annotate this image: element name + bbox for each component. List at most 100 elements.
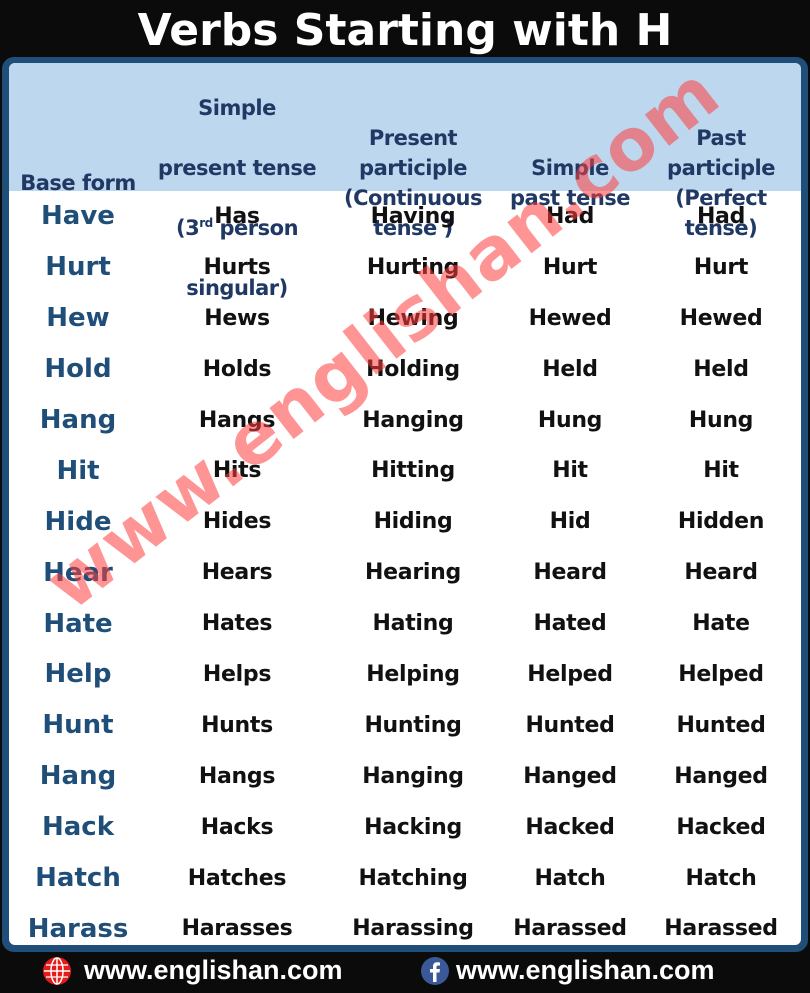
website-link-text: www.englishan.com	[84, 955, 343, 985]
cell-simple-present: Hears	[201, 560, 273, 586]
table-row: Hit Hits Hitting Hit Hit	[9, 445, 801, 496]
cell-simple-past: Hid	[549, 509, 591, 535]
cell-past-participle: Hewed	[679, 305, 763, 331]
cell-simple-past: Hung	[537, 407, 603, 433]
cell-present-participle: Harassing	[352, 916, 474, 942]
header-simple-present-line1: Simple	[198, 96, 276, 120]
cell-simple-past: Hewed	[528, 305, 612, 331]
cell-past-participle: Hurt	[693, 254, 749, 280]
table-row: Hack Hacks Hacking Hacked Hacked	[9, 802, 801, 853]
cell-past-participle: Helped	[678, 661, 764, 687]
website-link[interactable]: www.englishan.com	[42, 955, 343, 986]
cell-simple-past: Hacked	[525, 814, 615, 840]
cell-base-form: Hew	[46, 303, 110, 334]
table-row: Hang Hangs Hanging Hung Hung	[9, 395, 801, 446]
cell-present-participle: Helping	[366, 661, 460, 687]
cell-base-form: Harass	[27, 913, 129, 944]
cell-present-participle: Hearing	[365, 560, 461, 586]
cell-present-participle: Hating	[372, 611, 454, 637]
cell-base-form: Hunt	[42, 710, 114, 741]
cell-base-form: Hit	[56, 455, 100, 486]
cell-simple-past: Held	[542, 356, 598, 382]
cell-simple-past: Hunted	[525, 712, 615, 738]
table-row: Hew Hews Hewing Hewed Hewed	[9, 293, 801, 344]
cell-past-participle: Held	[693, 356, 749, 382]
cell-base-form: Help	[44, 659, 112, 690]
table-row: Hear Hears Hearing Heard Heard	[9, 547, 801, 598]
cell-past-participle: Hunted	[676, 712, 766, 738]
table-row: Hang Hangs Hanging Hanged Hanged	[9, 751, 801, 802]
cell-simple-present: Hacks	[200, 814, 274, 840]
cell-base-form: Hang	[39, 761, 117, 792]
cell-simple-past: Heard	[533, 560, 607, 586]
table-row: Hide Hides Hiding Hid Hidden	[9, 496, 801, 547]
cell-simple-present: Holds	[202, 356, 272, 382]
cell-present-participle: Hewing	[367, 305, 459, 331]
cell-base-form: Hear	[43, 557, 113, 588]
cell-simple-present: Hatches	[187, 865, 287, 891]
page-title: Verbs Starting with H	[137, 5, 673, 56]
table-row: Hate Hates Hating Hated Hate	[9, 598, 801, 649]
table-row: Have Has Having Had Had	[9, 191, 801, 242]
cell-simple-past: Hit	[552, 458, 588, 484]
cell-present-participle: Hacking	[364, 814, 462, 840]
cell-present-participle: Hurting	[366, 254, 460, 280]
cell-base-form: Hatch	[35, 863, 121, 894]
cell-past-participle: Hidden	[677, 509, 765, 535]
cell-past-participle: Harassed	[664, 916, 778, 942]
cell-simple-present: Helps	[202, 661, 272, 687]
table-header: Base form Simple present tense (3rd pers…	[9, 63, 801, 300]
cell-past-participle: Hanged	[674, 763, 768, 789]
cell-simple-past: Helped	[527, 661, 613, 687]
cell-past-participle: Hacked	[676, 814, 766, 840]
cell-base-form: Hold	[44, 354, 112, 385]
cell-present-participle: Having	[370, 203, 456, 229]
cell-past-participle: Hung	[688, 407, 754, 433]
table-row: Hurt Hurts Hurting Hurt Hurt	[9, 242, 801, 293]
cell-past-participle: Hate	[692, 611, 750, 637]
cell-past-participle: Hatch	[685, 865, 757, 891]
cell-simple-past: Hurt	[542, 254, 598, 280]
cell-base-form: Hate	[43, 608, 113, 639]
table-row: Help Helps Helping Helped Helped	[9, 649, 801, 700]
cell-simple-past: Hatch	[534, 865, 606, 891]
table-row: Hatch Hatches Hatching Hatch Hatch	[9, 853, 801, 904]
cell-present-participle: Hitting	[371, 458, 455, 484]
cell-simple-present: Hangs	[198, 763, 276, 789]
cell-present-participle: Holding	[366, 356, 460, 382]
table-row: Hunt Hunts Hunting Hunted Hunted	[9, 700, 801, 751]
cell-simple-present: Hews	[204, 305, 270, 331]
cell-simple-present: Hits	[212, 458, 262, 484]
cell-present-participle: Hanging	[362, 763, 464, 789]
cell-base-form: Hack	[41, 812, 114, 843]
cell-simple-past: Had	[545, 203, 595, 229]
cell-present-participle: Hanging	[362, 407, 464, 433]
cell-present-participle: Hiding	[373, 509, 453, 535]
cell-past-participle: Heard	[684, 560, 758, 586]
cell-base-form: Hide	[44, 506, 112, 537]
cell-base-form: Hurt	[45, 252, 111, 283]
facebook-link[interactable]: www.englishan.com	[420, 955, 715, 986]
facebook-link-text: www.englishan.com	[456, 955, 715, 985]
cell-simple-past: Hated	[533, 611, 607, 637]
cell-past-participle: Had	[696, 203, 746, 229]
cell-simple-present: Hurts	[203, 254, 271, 280]
footer: www.englishan.com www.englishan.com	[0, 953, 810, 990]
cell-simple-present: Hangs	[198, 407, 276, 433]
table-row: Hold Holds Holding Held Held	[9, 344, 801, 395]
verb-table-panel: Base form Simple present tense (3rd pers…	[2, 57, 808, 952]
cell-present-participle: Hunting	[364, 712, 462, 738]
cell-simple-past: Hanged	[523, 763, 617, 789]
cell-simple-present: Hunts	[201, 712, 273, 738]
cell-base-form: Hang	[39, 405, 117, 435]
cell-simple-present: Hates	[201, 611, 273, 637]
cell-base-form: Have	[41, 201, 115, 232]
verb-table: Base form Simple present tense (3rd pers…	[9, 63, 801, 945]
cell-past-participle: Hit	[703, 458, 739, 484]
globe-icon	[42, 956, 72, 986]
table-body: Have Has Having Had Had Hurt Hurts Hurting Hurt H…	[9, 191, 801, 945]
table-row: Harass Harasses Harassing Harassed Harassed	[9, 903, 801, 945]
cell-simple-present: Hides	[202, 509, 272, 535]
cell-present-participle: Hatching	[358, 865, 468, 891]
header-simple-present-line2: present tense	[157, 156, 317, 180]
